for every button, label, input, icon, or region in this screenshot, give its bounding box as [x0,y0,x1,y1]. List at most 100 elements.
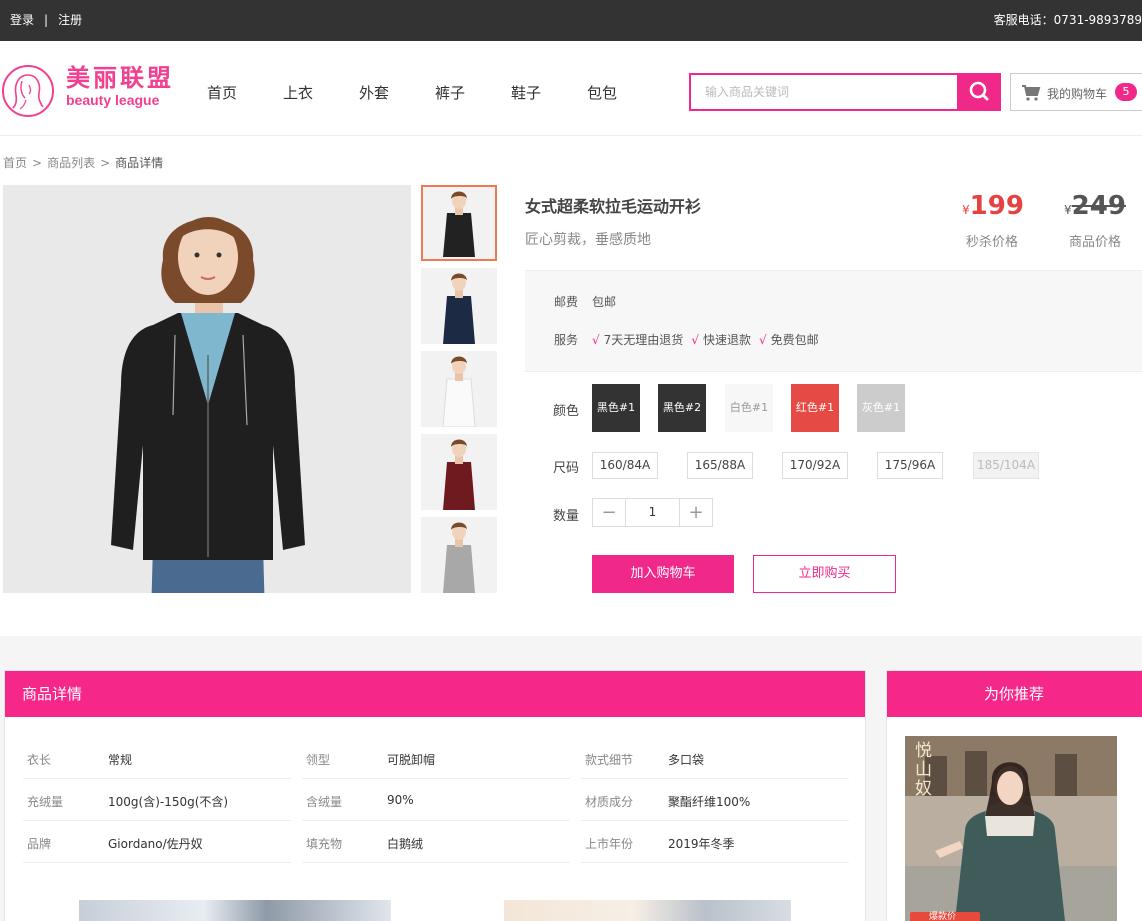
attribute-value: 多口袋 [668,753,705,767]
sale-price-value: 199 [969,191,1024,221]
attribute-cell: 品牌 Giordano/佐丹奴 [23,821,291,863]
color-option-gray-1[interactable]: 灰色#1 [857,384,905,432]
logo-icon[interactable] [2,65,54,117]
breadcrumb: 首页 > 商品列表 > 商品详情 [3,154,163,171]
nav-pants[interactable]: 裤子 [412,82,488,103]
search-input[interactable] [691,75,959,109]
thumbnail-navy[interactable] [421,268,497,344]
details-title: 商品详情 [5,671,865,717]
attribute-value: Giordano/佐丹奴 [108,837,203,851]
login-link[interactable]: 登录 [10,13,34,27]
thumbnail-photo [421,517,497,593]
service-info-box: 邮费 包邮 服务 √ 7天无理由退货 √ 快速退款 √ 免费包邮 [525,270,1142,372]
breadcrumb-home[interactable]: 首页 [3,156,27,170]
product-title: 女式超柔软拉毛运动开衫 [525,197,702,216]
original-price-value: 249 [1071,191,1126,221]
service-row: 服务 √ 7天无理由退货 √ 快速退款 √ 免费包邮 [554,331,827,348]
service-return: 7天无理由退货 [603,333,684,347]
attribute-key: 衣长 [27,753,52,767]
logo-english: beauty league [66,92,160,108]
divider: | [44,13,49,27]
nav-shoes[interactable]: 鞋子 [488,82,564,103]
attribute-key: 填充物 [306,837,343,851]
size-option[interactable]: 175/96A [877,452,943,479]
cart-count-badge: 5 [1115,83,1137,101]
color-option-black-2[interactable]: 黑色#2 [658,384,706,432]
check-icon: √ [691,333,699,347]
logo-chinese: 美丽联盟 [66,63,174,92]
search-box [689,73,1001,111]
shipping-value: 包邮 [592,295,617,309]
thumbnail-white[interactable] [421,351,497,427]
woman-silhouette-icon [12,74,44,110]
sale-price: ¥199 [962,191,1024,221]
account-links: 登录 | 注册 [10,11,82,28]
service-label: 服务 [554,333,579,347]
quantity-stepper: − 1 + [592,498,713,527]
recommend-banner-text: 悦山奴 [915,741,932,799]
attribute-value: 聚酯纤维100% [668,795,751,809]
attribute-key: 领型 [306,753,331,767]
cart-label: 我的购物车 [1047,87,1108,101]
recommended-product-image[interactable]: 悦山奴 爆款价 [905,736,1117,921]
nav-coats[interactable]: 外套 [336,82,412,103]
recommend-title: 为你推荐 [887,671,1142,717]
logo-text[interactable]: 美丽联盟 beauty league [66,63,174,109]
attribute-cell: 衣长 常规 [23,737,291,779]
cart-button[interactable]: 我的购物车 5 [1010,73,1142,111]
detail-image-1 [79,900,391,921]
currency-symbol: ¥ [1064,203,1072,217]
attribute-key: 款式细节 [585,753,634,767]
detail-image-2 [504,900,791,921]
check-icon: √ [758,333,767,347]
thumbnail-photo [421,351,497,427]
attribute-value: 100g(含)-150g(不含) [108,795,229,809]
attribute-cell: 领型 可脱卸帽 [302,737,570,779]
thumbnail-gray[interactable] [421,517,497,593]
product-main-image[interactable] [3,185,411,593]
thumbnail-photo [421,434,497,510]
add-to-cart-button[interactable]: 加入购物车 [592,555,734,593]
attribute-value: 常规 [108,753,133,767]
hotline-text: 客服电话：0731-9893789 [993,13,1142,27]
size-option[interactable]: 165/88A [687,452,753,479]
attribute-cell: 上市年份 2019年冬季 [581,821,849,863]
attribute-value: 90% [387,793,414,807]
size-option[interactable]: 170/92A [782,452,848,479]
color-option-black-1[interactable]: 黑色#1 [592,384,640,432]
breadcrumb-list[interactable]: 商品列表 [47,156,95,170]
model-photo [3,185,411,593]
quantity-label: 数量 [553,509,580,524]
thumbnail-red[interactable] [421,434,497,510]
search-icon [969,81,989,101]
shipping-row: 邮费 包邮 [554,293,616,310]
attribute-cell: 款式细节 多口袋 [581,737,849,779]
nav-bags[interactable]: 包包 [564,82,640,103]
attribute-cell: 材质成分 聚酯纤维100% [581,779,849,821]
top-bar: 登录 | 注册 客服电话：0731-9893789 [0,0,1142,41]
buy-now-button[interactable]: 立即购买 [753,555,896,593]
register-link[interactable]: 注册 [58,13,82,27]
attribute-key: 品牌 [27,837,52,851]
currency-symbol: ¥ [962,203,970,217]
breadcrumb-separator: > [32,156,43,170]
attribute-cell: 充绒量 100g(含)-150g(不含) [23,779,291,821]
size-option[interactable]: 160/84A [592,452,658,479]
color-option-red-1[interactable]: 红色#1 [791,384,839,432]
attribute-value: 白鹅绒 [387,837,424,851]
quantity-plus-button[interactable]: + [679,499,712,526]
cart-icon [1022,85,1041,101]
nav-home[interactable]: 首页 [184,82,260,103]
size-option-disabled: 185/104A [973,452,1039,479]
thumbnail-black[interactable] [421,185,497,261]
search-button[interactable] [957,73,1001,111]
recommend-photo [905,736,1117,921]
nav-tops[interactable]: 上衣 [260,82,336,103]
color-option-white-1[interactable]: 白色#1 [725,384,773,432]
quantity-value[interactable]: 1 [626,499,679,526]
product-subtitle: 匠心剪裁，垂感质地 [525,232,651,248]
thumbnail-photo [421,268,497,344]
check-icon: √ [592,333,600,347]
original-price: ¥249 [1064,191,1126,221]
quantity-minus-button[interactable]: − [593,499,626,526]
